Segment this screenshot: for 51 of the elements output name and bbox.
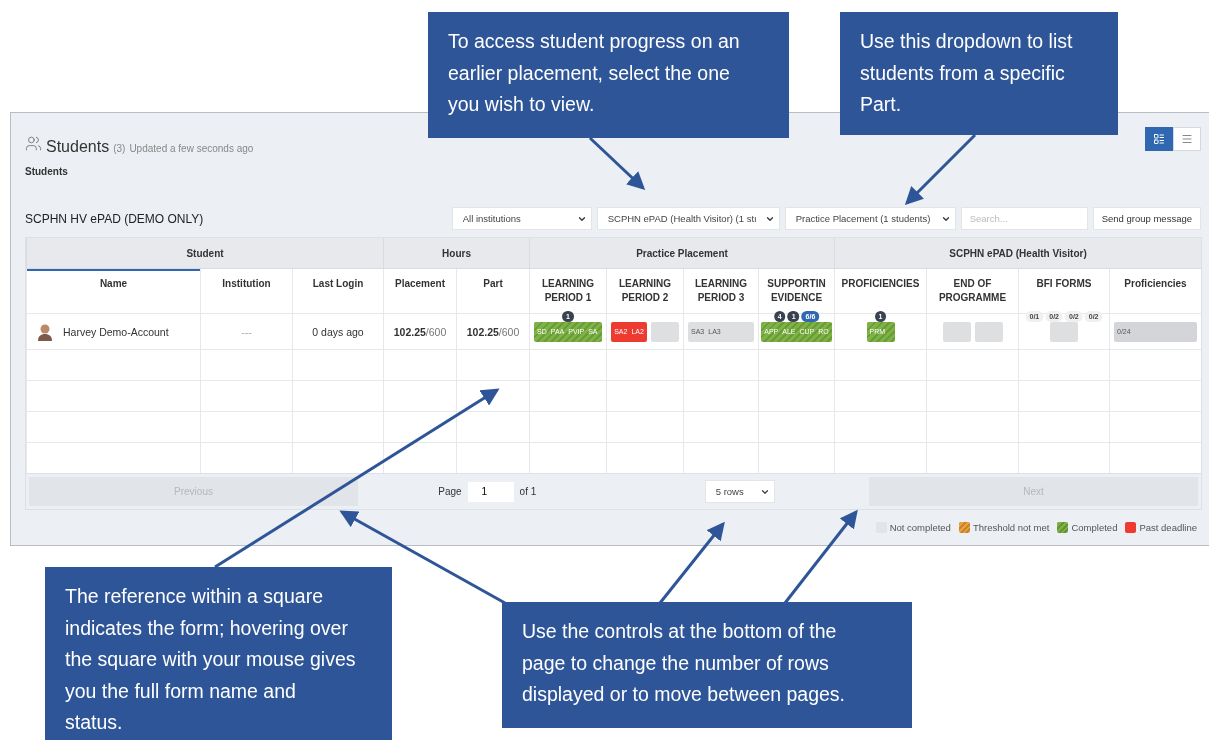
hours-value: 102.25/600 bbox=[393, 325, 447, 338]
column-header[interactable]: Placement bbox=[383, 269, 456, 313]
annotation-callout: Use the controls at the bottom of the page to change the number of rows displayed or to move between pages. bbox=[502, 602, 912, 728]
annotation-callout: To access student progress on an earlier placement, select the one you wish to view. bbox=[428, 12, 789, 138]
group-header: Student bbox=[26, 238, 383, 269]
table-cell: --- bbox=[241, 325, 252, 338]
column-header[interactable]: LEARNING PERIOD 3 bbox=[683, 269, 758, 313]
form-chip[interactable] bbox=[942, 321, 971, 342]
group-header: Hours bbox=[383, 238, 529, 269]
updated-text: Updated a few seconds ago bbox=[129, 143, 254, 154]
group-header: Practice Placement bbox=[529, 238, 834, 269]
page-label: Page bbox=[438, 486, 462, 497]
table-cell: 0 days ago bbox=[312, 325, 364, 338]
column-header[interactable]: Institution bbox=[200, 269, 292, 313]
legend-item: Past deadline bbox=[1125, 522, 1197, 533]
student-count: (3) bbox=[113, 143, 126, 154]
list-view-button[interactable] bbox=[1173, 127, 1201, 151]
legend-item: Threshold not met bbox=[958, 522, 1050, 533]
filter-dropdown[interactable]: SCPHN ePAD (Health Visitor) (1 stı bbox=[596, 207, 780, 230]
avatar-icon bbox=[37, 322, 53, 341]
rows-dropdown[interactable]: 5 rows bbox=[704, 480, 775, 503]
filter-dropdown[interactable]: Practice Placement (1 students) bbox=[784, 207, 956, 230]
page-input[interactable]: 1 bbox=[467, 481, 514, 502]
send-message-button[interactable]: Send group message bbox=[1092, 207, 1201, 230]
form-chip[interactable] bbox=[1050, 321, 1078, 342]
search-field[interactable]: Search... bbox=[960, 207, 1088, 230]
column-header[interactable]: Name bbox=[26, 269, 200, 313]
breadcrumb: Students bbox=[25, 166, 69, 177]
column-header[interactable]: Last Login bbox=[292, 269, 383, 313]
list-icon bbox=[1181, 133, 1193, 145]
hours-value: 102.25/600 bbox=[466, 325, 520, 338]
legend-item: Completed bbox=[1057, 522, 1118, 533]
filter-dropdown[interactable]: All institutions bbox=[451, 207, 592, 230]
annotation-callout: Use this dropdown to list students from a specific Part. bbox=[840, 12, 1118, 135]
page-total: of 1 bbox=[519, 486, 537, 497]
legend-item: Not completed bbox=[875, 522, 951, 533]
callout-arrow bbox=[588, 136, 646, 191]
card-list-icon bbox=[1153, 133, 1165, 145]
form-chip[interactable] bbox=[974, 321, 1003, 342]
card-view-button[interactable] bbox=[1145, 127, 1173, 151]
student-name[interactable]: Harvey Demo-Account bbox=[63, 325, 169, 338]
annotation-callout: The reference within a square indicates the form; hovering over the square with your mouse gives you the full form name and status. bbox=[45, 567, 392, 740]
column-header[interactable]: LEARNING PERIOD 2 bbox=[606, 269, 683, 313]
form-chip[interactable] bbox=[650, 321, 679, 342]
programme-title: SCPHN HV ePAD (DEMO ONLY) bbox=[25, 211, 204, 226]
group-header: SCPHN ePAD (Health Visitor) bbox=[834, 238, 1201, 269]
column-header[interactable]: Part bbox=[456, 269, 529, 313]
users-icon bbox=[25, 135, 42, 152]
page-title: Students bbox=[46, 138, 110, 156]
column-header[interactable]: Proficiencies bbox=[1109, 269, 1201, 313]
column-header[interactable]: END OF PROGRAMME bbox=[926, 269, 1018, 313]
